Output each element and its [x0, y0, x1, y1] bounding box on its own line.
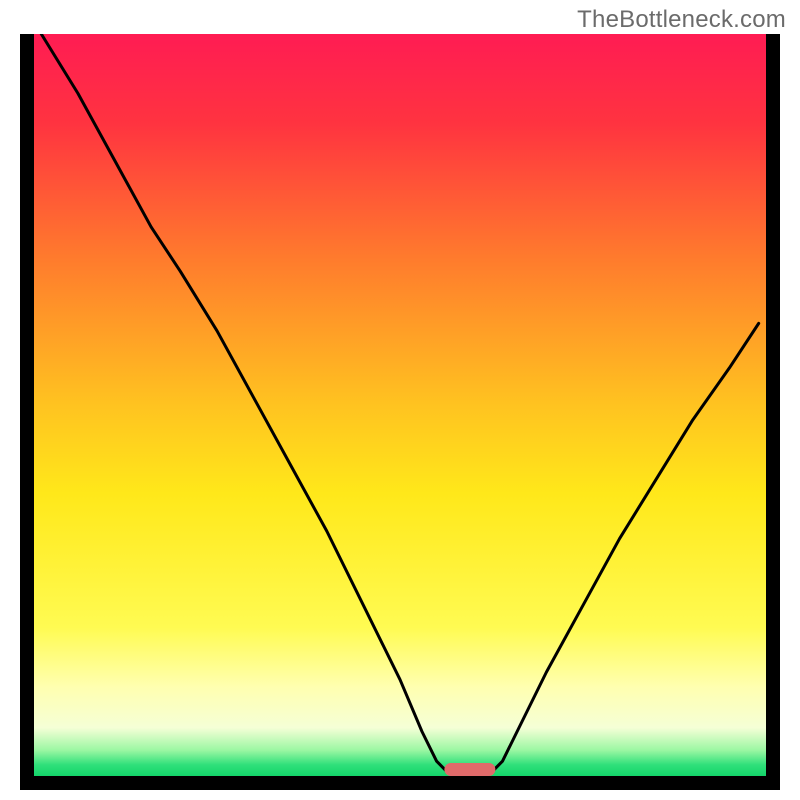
chart-root: TheBottleneck.com — [0, 0, 800, 800]
watermark-text: TheBottleneck.com — [577, 6, 786, 34]
optimum-marker — [444, 763, 495, 776]
plot-frame — [20, 34, 780, 790]
plot-curve — [34, 34, 766, 776]
plot-area — [34, 34, 766, 776]
